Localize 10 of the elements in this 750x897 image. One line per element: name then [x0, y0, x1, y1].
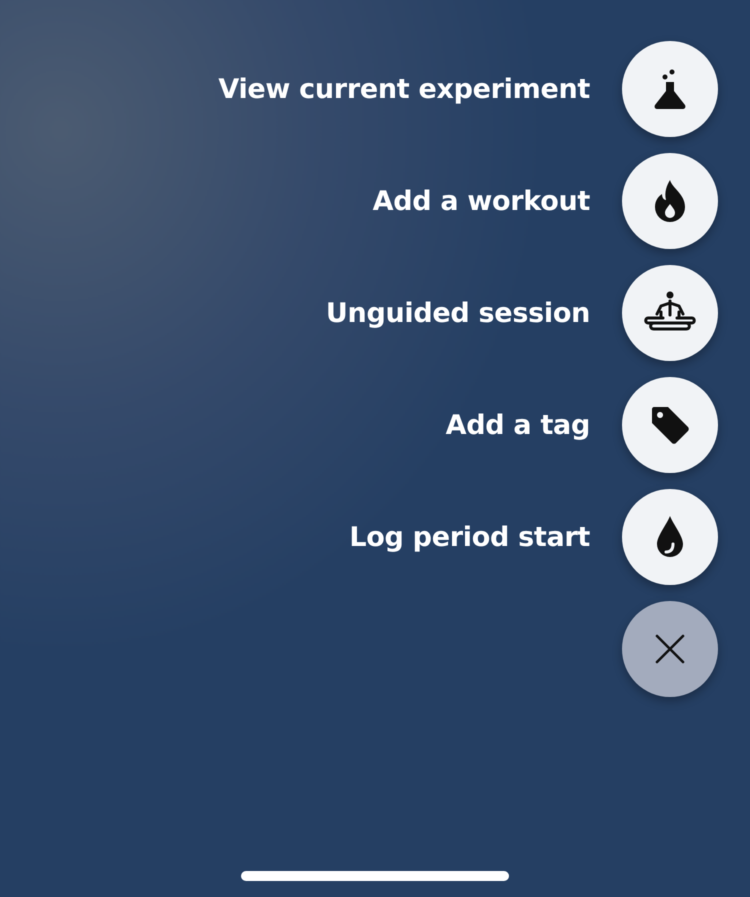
action-label[interactable]: Add a tag — [446, 410, 590, 440]
drop-icon — [655, 516, 685, 558]
close-icon — [655, 634, 685, 664]
action-label[interactable]: Unguided session — [326, 298, 590, 328]
tag-icon — [650, 405, 690, 445]
action-label[interactable]: Add a workout — [372, 186, 590, 216]
flame-icon — [653, 180, 687, 222]
action-label[interactable]: Log period start — [349, 522, 590, 552]
action-label[interactable]: View current experiment — [218, 74, 590, 104]
flask-icon — [652, 69, 688, 109]
